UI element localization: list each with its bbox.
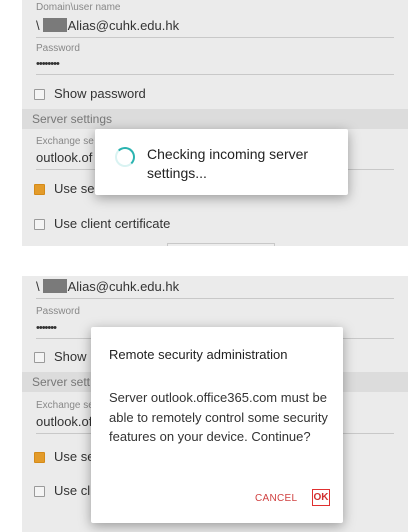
- password-field[interactable]: ••••••••: [36, 58, 60, 70]
- checking-settings-dialog: Checking incoming server settings...: [95, 129, 348, 195]
- use-ssl-checkbox[interactable]: [34, 184, 45, 195]
- use-client-certificate-checkbox[interactable]: [34, 486, 45, 497]
- exchange-server-field[interactable]: outlook.of: [36, 414, 92, 429]
- exchange-server-field[interactable]: outlook.of: [36, 150, 92, 165]
- domain-username-field[interactable]: \ Alias@cuhk.edu.hk: [36, 279, 179, 294]
- use-ssl-checkbox[interactable]: [34, 452, 45, 463]
- exchange-server-label: Exchange se: [36, 136, 94, 147]
- dialog-title: Remote security administration: [109, 347, 288, 362]
- divider: [36, 298, 394, 299]
- domain-prefix: \: [36, 279, 40, 294]
- server-settings-header: Server settings: [22, 109, 408, 129]
- use-ssl-label: Use se: [54, 181, 95, 196]
- show-password-checkbox[interactable]: [34, 89, 45, 100]
- password-label: Password: [36, 306, 80, 317]
- exchange-server-label: Exchange se: [36, 400, 94, 411]
- use-ssl-label: Use se: [54, 449, 95, 464]
- domain-username-label: Domain\user name: [36, 2, 121, 13]
- cancel-button[interactable]: CANCEL: [255, 493, 297, 504]
- screen-checking-settings: Domain\user name \ Alias@cuhk.edu.hk Pass…: [22, 0, 408, 246]
- password-label: Password: [36, 43, 80, 54]
- domain-username-value: Alias@cuhk.edu.hk: [67, 279, 180, 294]
- divider: [36, 74, 394, 75]
- password-field[interactable]: •••••••: [36, 322, 57, 334]
- use-client-certificate-label: Use client certificate: [54, 216, 171, 231]
- next-button-edge: [167, 243, 275, 246]
- progress-message: Checking incoming server settings...: [147, 146, 309, 181]
- divider: [36, 37, 394, 38]
- redacted-domain: [42, 18, 67, 32]
- ok-button[interactable]: OK: [312, 489, 330, 506]
- domain-prefix: \: [36, 18, 40, 33]
- show-password-label: Show: [54, 349, 87, 364]
- server-settings-title: Server settings: [32, 112, 113, 126]
- use-client-certificate-label: Use cli: [54, 483, 94, 498]
- progress-spinner-icon: [115, 147, 135, 167]
- remote-security-dialog: Remote security administration Server ou…: [91, 327, 343, 523]
- server-settings-title: Server sett: [32, 375, 91, 389]
- show-password-checkbox[interactable]: [34, 352, 45, 363]
- domain-username-value: Alias@cuhk.edu.hk: [67, 18, 180, 33]
- redacted-domain: [42, 279, 67, 293]
- use-client-certificate-checkbox[interactable]: [34, 219, 45, 230]
- dialog-message: Server outlook.office365.com must be abl…: [109, 390, 328, 444]
- show-password-label: Show password: [54, 86, 146, 101]
- domain-username-field[interactable]: \ Alias@cuhk.edu.hk: [36, 18, 179, 33]
